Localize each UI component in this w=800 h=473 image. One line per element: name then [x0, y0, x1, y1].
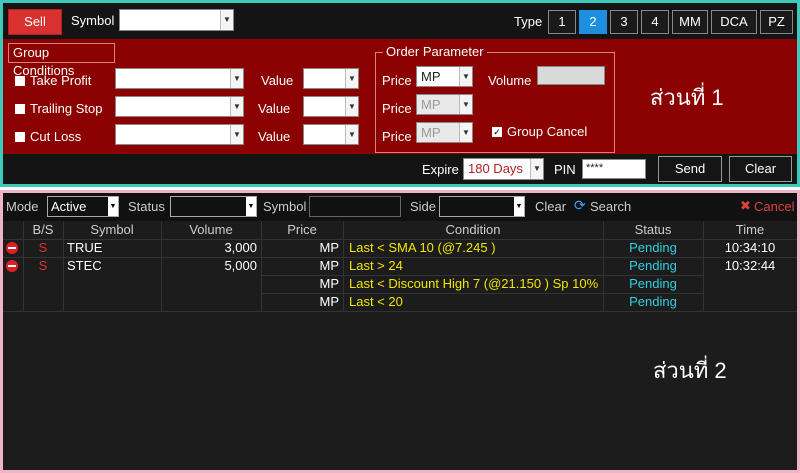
chevron-down-icon: ▼ — [459, 95, 472, 114]
take-profit-select[interactable]: ▼ — [115, 68, 244, 89]
take-profit-label: Take Profit — [30, 73, 92, 88]
status-select[interactable]: ▼ — [170, 196, 257, 217]
order-entry-panel: Sell Symbol ▼ Type 1 2 3 4 MM DCA PZ Gro… — [0, 0, 800, 187]
take-profit-value-label: Value — [261, 73, 294, 88]
trailing-stop-label: Trailing Stop — [30, 101, 103, 116]
trailing-stop-select[interactable]: ▼ — [115, 96, 244, 117]
refresh-icon: ⟳ — [574, 197, 586, 213]
price-select-2[interactable]: MP ▼ — [416, 94, 473, 115]
chevron-down-icon: ▼ — [459, 67, 472, 86]
order-top-bar: Sell Symbol ▼ Type 1 2 3 4 MM DCA PZ — [3, 3, 797, 39]
type-button-4[interactable]: 4 — [641, 10, 669, 34]
chevron-down-icon: ▼ — [345, 69, 358, 88]
header-time: Time — [735, 222, 765, 237]
symbol-label: Symbol — [71, 13, 115, 28]
order-list-panel: Mode Active ▼ Status ▼ Symbol Side ▼ Cle… — [0, 190, 800, 473]
trailing-stop-value-label: Value — [258, 101, 291, 116]
trailing-stop-checkbox[interactable] — [15, 104, 25, 114]
chevron-down-icon: ▼ — [108, 197, 118, 216]
volume-input[interactable] — [537, 66, 605, 85]
table-row[interactable]: MP Last < Discount High 7 (@21.150 ) Sp … — [3, 275, 797, 293]
section-1-annotation: ส่วนที่ 1 — [650, 85, 724, 110]
price-label-2: Price — [382, 101, 412, 116]
chevron-down-icon: ▼ — [220, 10, 233, 30]
cut-loss-checkbox[interactable] — [15, 132, 25, 142]
cut-loss-select[interactable]: ▼ — [115, 124, 244, 145]
type-button-dca[interactable]: DCA — [711, 10, 757, 34]
take-profit-value-select[interactable]: ▼ — [303, 68, 359, 89]
trailing-stop-value-select[interactable]: ▼ — [303, 96, 359, 117]
chevron-down-icon: ▼ — [345, 97, 358, 116]
side-label: Side — [410, 199, 437, 214]
cut-loss-value-label: Value — [258, 129, 291, 144]
type-button-3[interactable]: 3 — [610, 10, 638, 34]
filter-bar: Mode Active ▼ Status ▼ Symbol Side ▼ Cle… — [3, 193, 797, 221]
section-2-annotation: ส่วนที่ 2 — [653, 358, 727, 383]
header-price: Price — [287, 222, 317, 237]
chevron-down-icon: ▼ — [530, 159, 543, 179]
symbol-filter-input[interactable] — [309, 196, 401, 217]
expire-label: Expire — [422, 162, 459, 177]
symbol-select[interactable]: ▼ — [119, 9, 234, 31]
group-conditions-title: Group Conditions — [8, 43, 115, 78]
order-bottom-bar: Expire 180 Days ▼ PIN **** Send Clear — [3, 154, 797, 184]
type-button-1[interactable]: 1 — [548, 10, 576, 34]
pin-input[interactable]: **** — [582, 159, 646, 179]
search-button[interactable]: Search — [590, 199, 631, 214]
header-bs: B/S — [32, 222, 54, 237]
mode-label: Mode — [6, 199, 39, 214]
group-cancel-checkbox[interactable]: ✓ — [492, 127, 502, 137]
send-button[interactable]: Send — [658, 156, 722, 182]
type-label: Type — [514, 14, 543, 29]
type-button-pz[interactable]: PZ — [760, 10, 793, 34]
close-icon: ✖ — [740, 198, 751, 213]
price-select-1[interactable]: MP ▼ — [416, 66, 473, 87]
chevron-down-icon: ▼ — [230, 125, 243, 144]
table-header: B/S Symbol Volume Price Condition Status… — [3, 221, 797, 239]
clear-button[interactable]: Clear — [729, 156, 792, 182]
side-select[interactable]: ▼ — [439, 196, 525, 217]
chevron-down-icon: ▼ — [514, 197, 524, 216]
header-condition: Condition — [445, 222, 501, 237]
table-row[interactable]: S TRUE 3,000 MP Last < SMA 10 (@7.245 ) … — [3, 239, 797, 257]
header-status: Status — [634, 222, 672, 237]
header-symbol: Symbol — [90, 222, 134, 237]
cut-loss-value-select[interactable]: ▼ — [303, 124, 359, 145]
price-select-3[interactable]: MP ▼ — [416, 122, 473, 143]
group-cancel-label: Group Cancel — [507, 124, 588, 139]
cancel-button[interactable]: Cancel — [754, 199, 794, 214]
chevron-down-icon: ▼ — [345, 125, 358, 144]
cut-loss-label: Cut Loss — [30, 129, 82, 144]
chevron-down-icon: ▼ — [230, 69, 243, 88]
status-label: Status — [128, 199, 165, 214]
clear-filter-button[interactable]: Clear — [535, 199, 566, 214]
expire-select[interactable]: 180 Days ▼ — [463, 158, 544, 180]
price-label-3: Price — [382, 129, 412, 144]
table-row[interactable]: S STEC 5,000 MP Last > 24 Pending 10:32:… — [3, 257, 797, 275]
volume-label: Volume — [488, 73, 532, 88]
pin-label: PIN — [554, 162, 576, 177]
chevron-down-icon: ▼ — [230, 97, 243, 116]
price-label-1: Price — [382, 73, 412, 88]
order-parameter-title: Order Parameter — [383, 44, 487, 59]
mode-select[interactable]: Active ▼ — [47, 196, 119, 217]
sell-button[interactable]: Sell — [8, 9, 62, 35]
cancel-order-icon[interactable] — [6, 242, 18, 254]
chevron-down-icon: ▼ — [246, 197, 256, 216]
symbol-filter-label: Symbol — [263, 199, 307, 214]
table-row[interactable]: MP Last < 20 Pending — [3, 293, 797, 311]
type-button-mm[interactable]: MM — [672, 10, 708, 34]
cancel-order-icon[interactable] — [6, 260, 18, 272]
type-button-2[interactable]: 2 — [579, 10, 607, 34]
chevron-down-icon: ▼ — [459, 123, 472, 142]
take-profit-checkbox[interactable] — [15, 76, 25, 86]
header-volume: Volume — [189, 222, 233, 237]
